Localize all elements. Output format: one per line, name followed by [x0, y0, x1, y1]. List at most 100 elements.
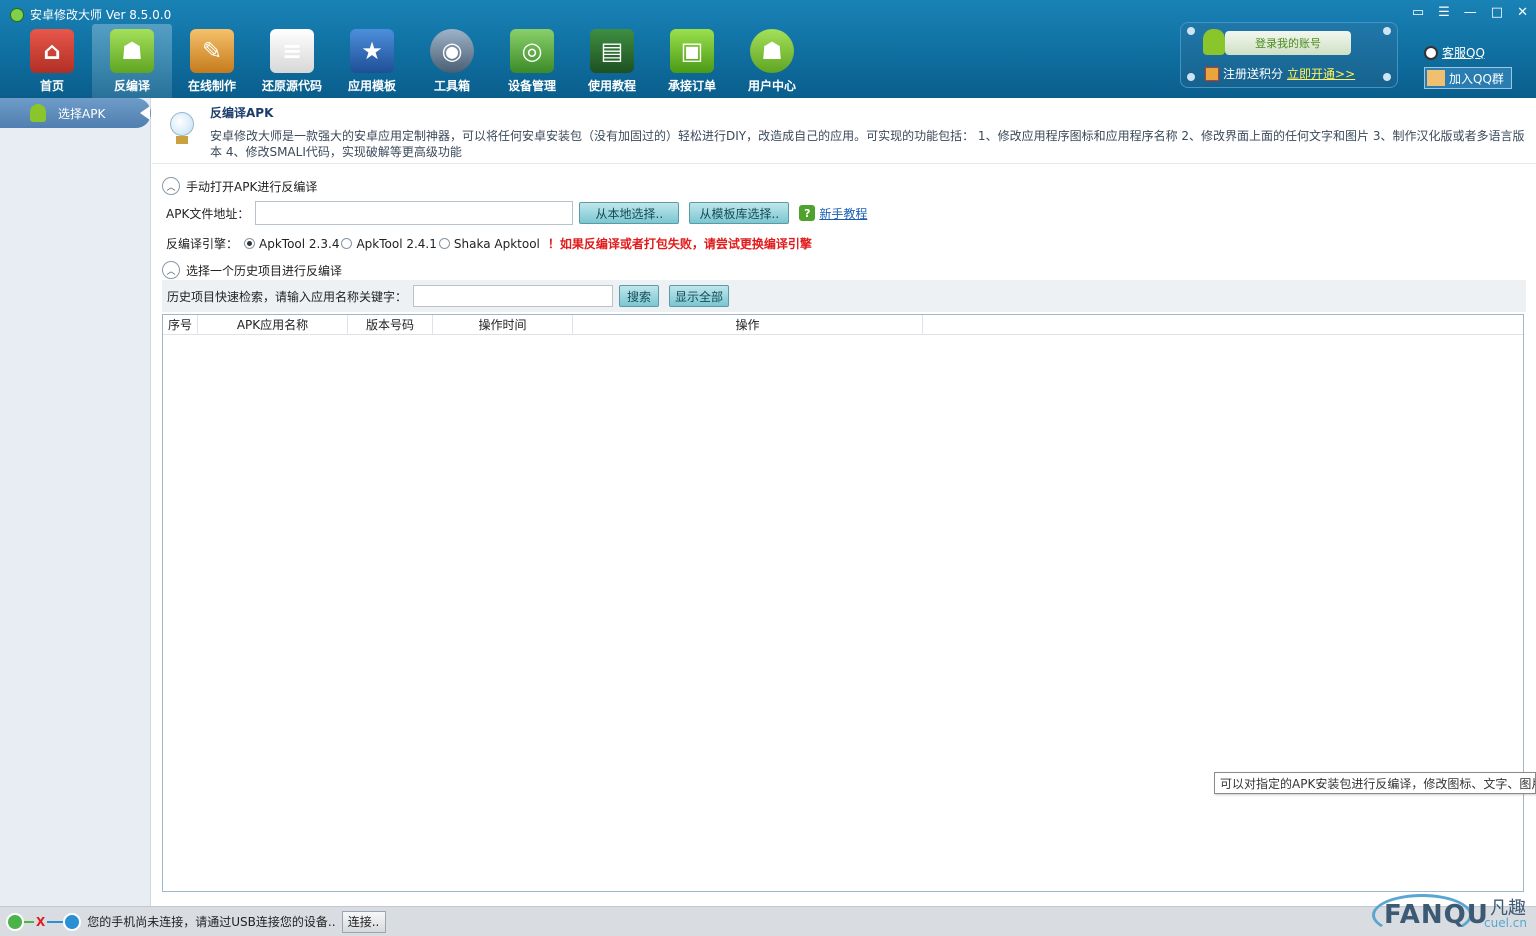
nav-device-manager[interactable]: ◎ 设备管理	[492, 24, 572, 98]
engine-radio-shaka[interactable]	[438, 238, 450, 249]
search-button[interactable]: 搜索	[619, 285, 660, 307]
decor-dot	[1187, 73, 1195, 81]
history-table: 序号 APK应用名称 版本号码 操作时间 操作	[162, 314, 1524, 892]
engine-option-label: Shaka Apktool	[453, 236, 540, 251]
decor-dot	[1383, 73, 1391, 81]
lens-icon: ◉	[430, 29, 474, 73]
column-header[interactable]: 操作时间	[433, 315, 573, 334]
column-header[interactable]: 操作	[573, 315, 923, 334]
minimize-icon[interactable]: —	[1464, 5, 1477, 20]
history-search-input[interactable]	[413, 285, 614, 307]
nav-label: 还原源代码	[261, 79, 322, 93]
history-search-bar: 历史项目快速检索，请输入应用名称关键字： 搜索 显示全部	[162, 280, 1526, 312]
column-header[interactable]: 序号	[163, 315, 198, 334]
chevron-up-icon[interactable]: ︿	[162, 261, 180, 279]
android-icon	[1203, 29, 1225, 55]
gift-icon	[1205, 66, 1219, 81]
nav-label: 设备管理	[507, 79, 556, 93]
nav-label: 首页	[39, 79, 64, 93]
android-icon: ☗	[750, 29, 794, 73]
connect-button[interactable]: 连接..	[341, 910, 386, 933]
apk-path-input[interactable]	[255, 201, 574, 225]
toolbox-icon: ✎	[190, 29, 234, 73]
watermark-brand: FANQU	[1384, 900, 1489, 930]
history-section-header: ︿ 选择一个历史项目进行反编译	[162, 261, 342, 279]
nav-home[interactable]: ⌂ 首页	[12, 24, 92, 98]
blackboard-icon: ▤	[590, 29, 634, 73]
engine-option-label: ApkTool 2.4.1	[356, 236, 437, 251]
tooltip: 可以对指定的APK安装包进行反编译，修改图标、文字、图片	[1214, 772, 1536, 794]
qq-penguin-icon	[1424, 45, 1438, 60]
nav-orders[interactable]: ▣ 承接订单	[652, 24, 732, 98]
nav-label: 工具箱	[433, 79, 470, 93]
window-title-text: 安卓修改大师 Ver 8.5.0.0	[30, 8, 172, 22]
sidebar-item-select-apk[interactable]: 选择APK	[0, 98, 151, 128]
login-button[interactable]: 登录我的账号	[1225, 31, 1351, 55]
window-controls: ▭ ☰ — □ ✕	[1412, 5, 1528, 20]
engine-radio-apktool-234[interactable]	[244, 238, 256, 249]
chevron-up-icon[interactable]: ︿	[162, 177, 180, 195]
engine-radio-apktool-241[interactable]	[341, 238, 353, 249]
nav-label: 应用模板	[347, 79, 396, 93]
nav-app-template[interactable]: ★ 应用模板	[332, 24, 412, 98]
choose-template-button[interactable]: 从模板库选择..	[689, 202, 790, 224]
house-icon: ⌂	[30, 29, 74, 73]
column-header[interactable]: APK应用名称	[198, 315, 348, 334]
android-icon: ☗	[110, 29, 154, 73]
nav-tutorial[interactable]: ▤ 使用教程	[572, 24, 652, 98]
register-row: 注册送积分 立即开通>>	[1205, 65, 1355, 82]
nav-online-make[interactable]: ✎ 在线制作	[172, 24, 252, 98]
computer-icon	[63, 912, 82, 931]
column-header[interactable]: 版本号码	[348, 315, 433, 334]
register-link[interactable]: 立即开通>>	[1287, 65, 1355, 82]
manual-section-title: 手动打开APK进行反编译	[186, 179, 318, 194]
window-title: 安卓修改大师 Ver 8.5.0.0	[10, 6, 171, 23]
document-icon: ≡	[270, 29, 314, 73]
section-title: 反编译APK	[210, 106, 274, 120]
qq-links: 客服QQ 加入QQ群	[1424, 44, 1512, 89]
engine-row: 反编译引擎： ApkTool 2.3.4 ApkTool 2.4.1 Shaka…	[166, 235, 812, 252]
nav-label: 用户中心	[747, 79, 796, 93]
radar-icon: ◎	[510, 29, 554, 73]
apk-path-row: APK文件地址： 从本地选择.. 从模板库选择.. ? 新手教程	[166, 201, 867, 225]
qq-service-link[interactable]: 客服QQ	[1424, 44, 1512, 61]
nav-restore-source[interactable]: ≡ 还原源代码	[252, 24, 332, 98]
nav-toolbox[interactable]: ◉ 工具箱	[412, 24, 492, 98]
apk-path-label: APK文件地址：	[166, 206, 250, 221]
main-nav: ⌂ 首页 ☗ 反编译 ✎ 在线制作 ≡ 还原源代码 ★ 应用模板 ◉ 工具箱 ◎…	[12, 24, 812, 98]
decor-dot	[1187, 27, 1195, 35]
decor-dot	[1383, 27, 1391, 35]
feedback-icon[interactable]: ▭	[1412, 5, 1424, 20]
menu-icon[interactable]: ☰	[1438, 5, 1450, 20]
section-description: 安卓修改大师是一款强大的安卓应用定制神器，可以将任何安卓安装包（没有加固过的）轻…	[210, 129, 1525, 159]
connection-line	[24, 920, 34, 923]
show-all-button[interactable]: 显示全部	[669, 285, 730, 307]
table-header: 序号 APK应用名称 版本号码 操作时间 操作	[163, 315, 1523, 335]
engine-label: 反编译引擎：	[166, 237, 239, 251]
choose-local-button[interactable]: 从本地选择..	[579, 202, 680, 224]
connection-line	[47, 920, 64, 923]
group-icon	[1427, 70, 1445, 86]
sidebar: 选择APK	[0, 98, 151, 906]
nav-label: 承接订单	[667, 79, 716, 93]
tutorial-link[interactable]: 新手教程	[819, 205, 867, 222]
engine-option-label: ApkTool 2.3.4	[259, 236, 340, 251]
join-qq-group-button[interactable]: 加入QQ群	[1424, 67, 1512, 89]
watermark-url: cuel.cn	[1484, 916, 1527, 930]
nav-label: 反编译	[113, 79, 150, 93]
active-pointer-icon	[140, 106, 150, 120]
register-text: 注册送积分	[1223, 67, 1284, 81]
close-icon[interactable]: ✕	[1517, 5, 1528, 20]
status-message: 您的手机尚未连接，请通过USB连接您的设备..	[87, 915, 336, 929]
engine-warning: ！如果反编译或者打包失败，请尝试更换编译引擎	[547, 237, 812, 251]
info-section: 反编译APK 安卓修改大师是一款强大的安卓应用定制神器，可以将任何安卓安装包（没…	[152, 98, 1536, 164]
maximize-icon[interactable]: □	[1491, 5, 1503, 20]
qq-group-label: 加入QQ群	[1449, 71, 1504, 86]
nav-user-center[interactable]: ☗ 用户中心	[732, 24, 812, 98]
android-icon	[30, 104, 46, 122]
watermark-logo: FANQU 凡趣 cuel.cn	[1372, 888, 1536, 936]
history-search-label: 历史项目快速检索，请输入应用名称关键字：	[167, 289, 408, 304]
shopping-bag-icon: ▣	[670, 29, 714, 73]
history-section-title: 选择一个历史项目进行反编译	[186, 263, 343, 278]
nav-decompile[interactable]: ☗ 反编译	[92, 24, 172, 98]
